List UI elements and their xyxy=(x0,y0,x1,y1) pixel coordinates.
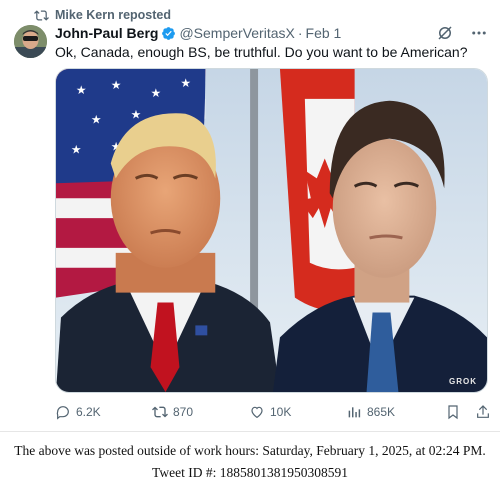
tweet-id: Tweet ID #: 1885801381950308591 xyxy=(152,465,348,480)
svg-text:★: ★ xyxy=(180,76,191,90)
repost-icon xyxy=(34,9,49,21)
post-date[interactable]: Feb 1 xyxy=(306,25,342,41)
author-handle[interactable]: @SemperVeritasX xyxy=(179,25,294,41)
repost-count: 870 xyxy=(173,405,194,419)
like-count: 10K xyxy=(270,405,292,419)
retweet-icon xyxy=(152,406,168,418)
svg-text:★: ★ xyxy=(131,108,142,122)
grok-watermark: GROK xyxy=(449,377,477,386)
tweet-actions: 6.2K 870 10K 865K xyxy=(55,401,491,423)
header-actions xyxy=(436,24,488,42)
tweet-header: John-Paul Berg @SemperVeritasX · Feb 1 xyxy=(55,23,341,43)
views-icon xyxy=(348,407,361,418)
svg-text:★: ★ xyxy=(76,83,87,97)
archive-footer: The above was posted outside of work hou… xyxy=(0,440,500,484)
tweet-text: Ok, Canada, enough BS, be truthful. Do y… xyxy=(55,44,468,60)
repost-indicator[interactable]: Mike Kern reposted xyxy=(34,6,171,24)
svg-text:★: ★ xyxy=(71,142,82,156)
verified-badge-icon xyxy=(162,26,176,40)
reply-count: 6.2K xyxy=(76,405,101,419)
avatar[interactable] xyxy=(14,25,47,58)
tweet-card[interactable]: Mike Kern reposted John-Paul Berg @Sempe… xyxy=(0,0,500,432)
heart-icon xyxy=(251,406,263,419)
svg-text:★: ★ xyxy=(111,78,122,92)
more-options-icon[interactable] xyxy=(470,24,488,42)
author-name[interactable]: John-Paul Berg xyxy=(55,25,158,41)
svg-text:★: ★ xyxy=(91,113,102,127)
repost-label: Mike Kern reposted xyxy=(55,8,172,22)
share-icon[interactable] xyxy=(475,404,491,420)
reply-icon xyxy=(56,406,69,420)
header-separator: · xyxy=(297,25,303,41)
tweet-secondary-actions xyxy=(445,404,491,420)
tweet-image[interactable]: ★★★★ ★★★ ★★★ xyxy=(55,68,488,393)
views-count: 865K xyxy=(367,405,396,419)
like-button[interactable]: 10K xyxy=(249,404,346,420)
work-hours-note: The above was posted outside of work hou… xyxy=(14,443,486,458)
reply-button[interactable]: 6.2K xyxy=(55,404,152,420)
grok-icon[interactable] xyxy=(436,24,454,42)
svg-text:★: ★ xyxy=(151,86,162,100)
views-button[interactable]: 865K xyxy=(346,404,443,420)
repost-button[interactable]: 870 xyxy=(152,404,249,420)
bookmark-icon[interactable] xyxy=(445,404,461,420)
